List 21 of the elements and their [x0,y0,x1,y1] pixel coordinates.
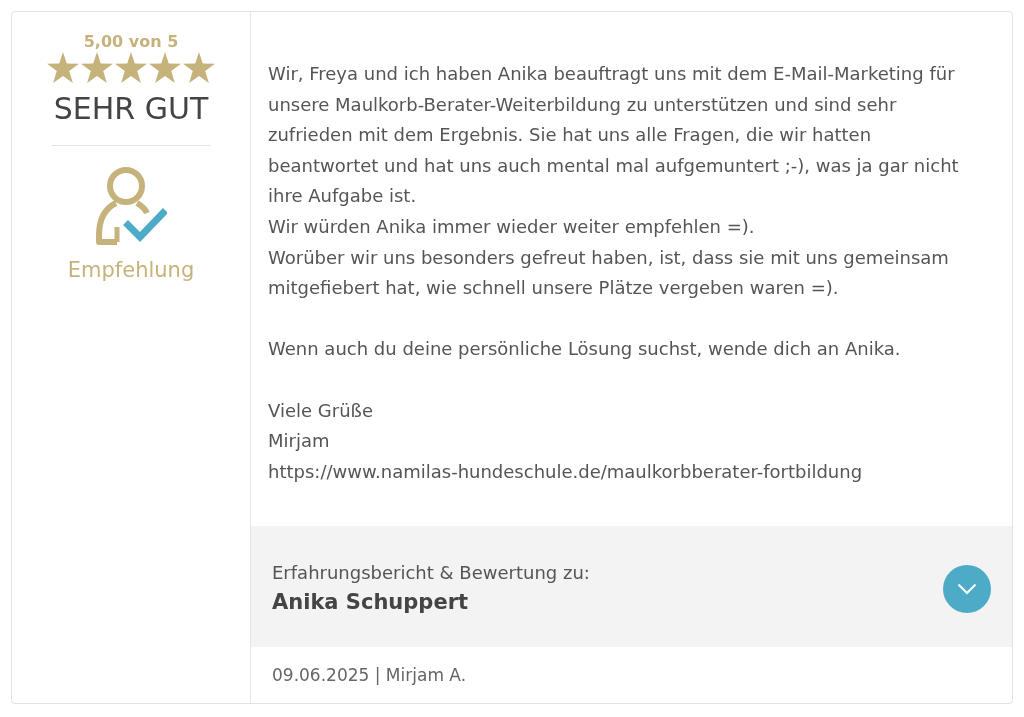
review-text: Viele Grüße [268,398,374,423]
rating-verdict: SEHR GUT [53,90,209,128]
star-icon [115,52,147,83]
star-icon [47,52,79,83]
person-check-icon [95,165,167,245]
review-text: Wir, Freya und ich haben Anika beauftragt uns mit dem E-Mail-Marketing für unsere Maulkorb-Berater-Weiterbildung zu unterstützen und sind sehr zufrieden mit dem Ergebnis. Sie hat uns alle Fragen, die wir hatten beantwortet und hat uns auch mental mal aufgemuntert ;-), was ja gar nicht ihre Aufgabe ist. [268,62,960,209]
review-text: Mirjam [268,429,331,454]
rating-score: 5,00 von 5 [83,32,179,52]
expand-button[interactable] [943,564,991,613]
recommendation-label: Empfehlung [67,257,195,284]
chevron-icon [957,582,977,595]
star-icon [81,52,113,83]
star-icon [183,52,215,83]
subject-caption: Erfahrungsbericht & Bewertung zu: [272,560,591,585]
review-text: Wenn auch du deine persönliche Lösung suchst, wende dich an Anika. [268,337,902,362]
subject-name: Anika Schuppert [272,588,470,616]
review-text: Wir würden Anika immer wieder weiter empfehlen =). [268,214,756,239]
review-text: Worüber wir uns besonders gefreut haben, ist, dass sie mit uns gemeinsam mitgefiebert hat, wie schnell unsere Plätze vergeben waren =). [268,245,950,301]
star-icon [149,52,181,83]
review-meta: 09.06.2025 | Mirjam A. [272,664,467,687]
review-text: https://www.namilas-hundeschule.de/maulkorbberater-fortbildung [268,459,864,484]
